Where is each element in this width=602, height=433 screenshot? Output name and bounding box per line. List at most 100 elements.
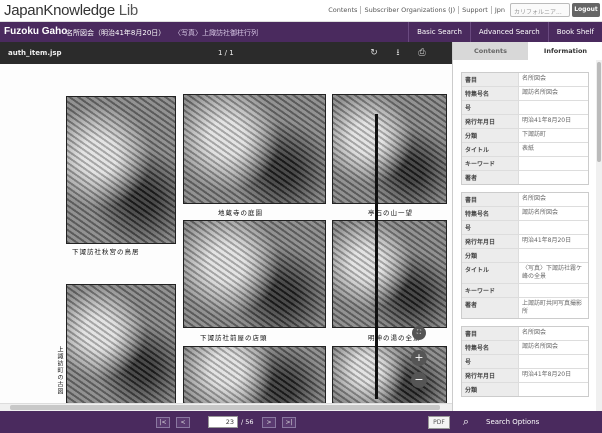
record-row: 号 bbox=[462, 101, 588, 115]
record-row: 分類 bbox=[462, 383, 588, 396]
caption-temple-garden: 地蔵寺の庭園 bbox=[218, 209, 263, 217]
search-options-button[interactable]: Search Options bbox=[486, 418, 539, 426]
field-value bbox=[519, 221, 588, 234]
first-page-button[interactable]: |< bbox=[156, 417, 170, 428]
record-row: キーワード bbox=[462, 157, 588, 171]
field-label: 分類 bbox=[462, 249, 519, 262]
scanned-page[interactable]: 下諏訪社秋宮の鳥居 地蔵寺の庭園 亭石の山一望 上諏訪町の古図 下諏訪社前屋の店… bbox=[0, 64, 452, 405]
tab-contents[interactable]: Contents bbox=[453, 42, 528, 60]
field-label: タイトル bbox=[462, 263, 519, 283]
field-label: 分類 bbox=[462, 129, 519, 142]
field-value: 名所図会 bbox=[522, 75, 547, 82]
top-search-input[interactable]: カリフォルニア... bbox=[510, 3, 570, 17]
caption-shrine-gate: 下諏訪社秋宮の鳥居 bbox=[72, 248, 140, 256]
japanese-language-link[interactable]: Jpn bbox=[492, 6, 508, 14]
field-value: 名所図会 bbox=[522, 195, 547, 202]
page-total: / 56 bbox=[241, 418, 254, 426]
contents-link[interactable]: Contents bbox=[325, 6, 362, 14]
zoom-in-button[interactable]: + bbox=[411, 350, 427, 366]
field-value bbox=[519, 355, 588, 368]
subscriber-organizations-link[interactable]: Subscriber Organizations (J) bbox=[361, 6, 460, 14]
page-gutter bbox=[375, 114, 378, 399]
field-label: タイトル bbox=[462, 143, 519, 156]
page-number-input[interactable]: 23 bbox=[208, 416, 238, 428]
field-value: 明治41年8月20日 bbox=[522, 371, 572, 378]
field-label: 発行年月日 bbox=[462, 235, 519, 248]
next-page-button[interactable]: > bbox=[262, 417, 276, 428]
field-value bbox=[519, 383, 588, 396]
field-label: 特集号名 bbox=[462, 87, 519, 100]
hot-spring-photo bbox=[332, 220, 447, 328]
field-label: 特集号名 bbox=[462, 207, 519, 220]
field-value: 名所図会 bbox=[522, 329, 547, 336]
search-icon[interactable]: ⌕ bbox=[458, 414, 474, 430]
viewer-page-indicator: 1 / 1 bbox=[218, 49, 234, 57]
publication-title: Fuzoku Gaho bbox=[4, 26, 68, 37]
caption-town-map: 上諏訪町の古図 bbox=[56, 346, 63, 395]
logo-main-text: JapanKnowledge bbox=[4, 2, 115, 19]
fullscreen-icon[interactable]: ⛶ bbox=[412, 326, 426, 340]
record-row: 著者 bbox=[462, 171, 588, 184]
field-value bbox=[519, 284, 588, 297]
logo-lib-text: Lib bbox=[118, 2, 138, 19]
tab-information[interactable]: Information bbox=[528, 42, 602, 60]
field-label: 書目 bbox=[462, 73, 519, 86]
mountain-view-photo bbox=[332, 94, 447, 204]
pdf-button[interactable]: PDF bbox=[428, 416, 450, 429]
record-row: 特集号名 諏訪名所図会 bbox=[462, 341, 588, 355]
field-value: 諏訪名所図会 bbox=[522, 343, 559, 350]
main-nav: Basic Search Advanced Search Book Shelf bbox=[408, 22, 602, 42]
image-viewer: auth_item.jsp 1 / 1 ↻ ⭳ ⎙ 下諏訪社秋宮の鳥居 地蔵寺の… bbox=[0, 42, 452, 405]
field-value: 明治41年8月20日 bbox=[522, 237, 572, 244]
item-caption: 〈写真〉上諏訪社御柱行列 bbox=[174, 29, 258, 37]
record-row: 書目 名所図会 bbox=[462, 193, 588, 207]
record-row: 書目 名所図会 bbox=[462, 73, 588, 87]
landscape-photo-bottom bbox=[183, 346, 326, 405]
logout-button[interactable]: Logout bbox=[572, 3, 600, 17]
print-icon[interactable]: ⎙ bbox=[416, 47, 428, 59]
record-row: キーワード bbox=[462, 284, 588, 298]
record-row: 書目 名所図会 bbox=[462, 327, 588, 341]
field-label: 号 bbox=[462, 355, 519, 368]
field-value bbox=[519, 249, 588, 262]
panel-vertical-scrollbar[interactable] bbox=[596, 60, 602, 411]
record-card: 書目 名所図会 特集号名 諏訪名所図会 号 発行年月日 明治41年8月20日 分類 下諏… bbox=[461, 72, 589, 185]
support-link[interactable]: Support bbox=[459, 6, 492, 14]
zoom-out-button[interactable]: − bbox=[411, 372, 427, 388]
temple-garden-photo bbox=[183, 94, 326, 204]
record-row: 発行年月日 明治41年8月20日 bbox=[462, 369, 588, 383]
scrollbar-thumb[interactable] bbox=[10, 405, 440, 410]
field-label: 発行年月日 bbox=[462, 115, 519, 128]
field-value bbox=[519, 101, 588, 114]
field-label: 特集号名 bbox=[462, 341, 519, 354]
shrine-gate-photo bbox=[66, 96, 176, 244]
record-row: 著者 上諏訪町共同写真撮影所 bbox=[462, 298, 588, 318]
field-value: 〈写真〉下諏訪社霧ケ峰の全景 bbox=[522, 265, 583, 280]
viewer-horizontal-scrollbar[interactable] bbox=[0, 403, 452, 411]
basic-search-button[interactable]: Basic Search bbox=[408, 22, 470, 42]
record-row: 特集号名 諏訪名所図会 bbox=[462, 87, 588, 101]
field-label: 書目 bbox=[462, 193, 519, 206]
record-card: 書目 名所図会 特集号名 諏訪名所図会 号 発行年月日 明治41年8月20日 分類 bbox=[461, 326, 589, 397]
brand-bar: JapanKnowledge Lib Contents Subscriber O… bbox=[0, 0, 602, 22]
last-page-button[interactable]: >| bbox=[282, 417, 296, 428]
field-value: 明治41年8月20日 bbox=[522, 117, 572, 124]
info-panel: Contents Information 書目 名所図会 特集号名 諏訪名所図会 号… bbox=[452, 42, 602, 411]
panel-scrollbar-thumb[interactable] bbox=[597, 62, 601, 162]
field-value bbox=[519, 171, 588, 184]
title-bar: Fuzoku Gaho 名所図会（明治41年8月20日） 〈写真〉上諏訪社御柱行… bbox=[0, 22, 602, 42]
field-label: 号 bbox=[462, 221, 519, 234]
refresh-icon[interactable]: ↻ bbox=[368, 47, 380, 59]
record-row: 分類 下諏訪町 bbox=[462, 129, 588, 143]
advanced-search-button[interactable]: Advanced Search bbox=[469, 22, 548, 42]
top-links: Contents Subscriber Organizations (J) Su… bbox=[325, 6, 508, 14]
japanknowledge-logo[interactable]: JapanKnowledge Lib bbox=[4, 2, 138, 19]
shop-building-photo bbox=[183, 220, 326, 328]
record-row: タイトル 表紙 bbox=[462, 143, 588, 157]
record-row: 発行年月日 明治41年8月20日 bbox=[462, 115, 588, 129]
previous-page-button[interactable]: < bbox=[176, 417, 190, 428]
download-icon[interactable]: ⭳ bbox=[392, 47, 404, 59]
record-card: 書目 名所図会 特集号名 諏訪名所図会 号 発行年月日 明治41年8月20日 分類 タ… bbox=[461, 192, 589, 319]
book-shelf-button[interactable]: Book Shelf bbox=[547, 22, 602, 42]
panel-tabs: Contents Information bbox=[453, 42, 602, 60]
